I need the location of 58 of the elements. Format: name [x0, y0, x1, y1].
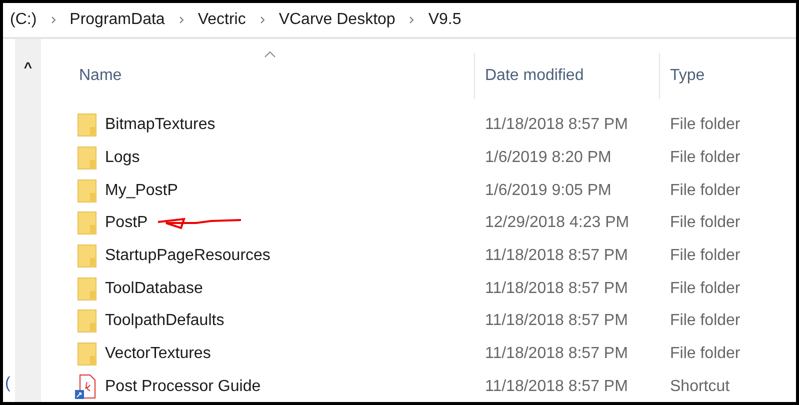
file-row[interactable]: PostP 12/29/2018 4:23 PM File folder	[79, 207, 796, 240]
date-modified: 1/6/2019 9:05 PM	[484, 180, 612, 201]
date-modified: 11/18/2018 8:57 PM	[484, 246, 629, 266]
folder-icon	[77, 342, 97, 366]
chevron-icon	[178, 16, 184, 24]
file-name: Logs	[105, 148, 140, 168]
file-row[interactable]: VectorTextures 11/18/2018 8:57 PM File folder	[79, 338, 796, 370]
file-row[interactable]: ToolpathDefaults 11/18/2018 8:57 PM File folder	[79, 305, 796, 338]
file-name: VectorTextures	[105, 344, 211, 364]
folder-icon	[77, 211, 97, 236]
file-row[interactable]: BitmapTextures 11/18/2018 8:57 PM File folder	[79, 109, 796, 142]
folder-icon	[77, 146, 97, 170]
cut-off-text: (	[5, 374, 9, 394]
column-header[interactable]: Type	[659, 53, 796, 99]
date-modified: 11/18/2018 8:57 PM	[484, 344, 629, 364]
date-modified: 11/18/2018 8:57 PM	[484, 115, 629, 136]
file-name: BitmapTextures	[105, 115, 216, 136]
breadcrumb-item[interactable]: Vectric	[198, 8, 246, 32]
folder-icon	[77, 276, 97, 301]
file-type: File folder	[669, 278, 740, 299]
breadcrumb-item[interactable]: VCarve Desktop	[278, 8, 396, 32]
folder-icon	[77, 244, 97, 268]
chevron-icon	[50, 16, 56, 24]
file-row[interactable]: ToolDatabase 11/18/2018 8:57 PM File folder	[79, 272, 796, 306]
file-type: File folder	[669, 213, 740, 234]
file-name: My_PostP	[105, 180, 178, 201]
file-name: Post Processor Guide	[105, 376, 261, 397]
column-header[interactable]: Name	[79, 53, 474, 99]
file-type: File folder	[669, 246, 740, 266]
file-name: ToolpathDefaults	[105, 311, 224, 332]
chevron-icon	[409, 16, 414, 24]
date-modified: 11/18/2018 8:57 PM	[484, 278, 629, 299]
file-row[interactable]: StartupPageResources 11/18/2018 8:57 PM File folder	[79, 240, 796, 272]
file-type: File folder	[669, 180, 740, 201]
breadcrumb-item[interactable]: (C:)	[10, 8, 37, 32]
chevron-icon	[260, 16, 265, 24]
breadcrumb-item[interactable]: V9.5	[428, 8, 462, 32]
folder-icon	[77, 178, 97, 203]
date-modified: 1/6/2019 8:20 PM	[484, 148, 612, 168]
date-modified: 11/18/2018 8:57 PM	[484, 311, 629, 332]
column-header[interactable]: Date modified	[474, 53, 659, 99]
file-row[interactable]: My_PostP 1/6/2019 9:05 PM File folder	[79, 174, 796, 208]
file-row[interactable]: Logs 1/6/2019 8:20 PM File folder	[79, 142, 796, 174]
file-name: ToolDatabase	[105, 278, 203, 299]
date-modified: 12/29/2018 4:23 PM	[484, 213, 630, 234]
date-modified: 11/18/2018 8:57 PM	[484, 376, 629, 397]
folder-icon	[77, 113, 97, 138]
breadcrumb-item[interactable]: ProgramData	[70, 8, 165, 32]
file-type: Shortcut	[669, 376, 730, 397]
file-row[interactable]: Post Processor Guide 11/18/2018 8:57 PM Shortcut	[79, 370, 796, 402]
scroll-up-arrow[interactable]: ^	[24, 57, 32, 73]
folder-icon	[77, 309, 97, 334]
file-type: File folder	[669, 148, 740, 168]
file-type: File folder	[669, 344, 740, 364]
file-name: PostP	[105, 213, 148, 234]
file-type: File folder	[669, 311, 740, 332]
file-name: StartupPageResources	[105, 246, 270, 266]
file-type: File folder	[669, 115, 740, 136]
